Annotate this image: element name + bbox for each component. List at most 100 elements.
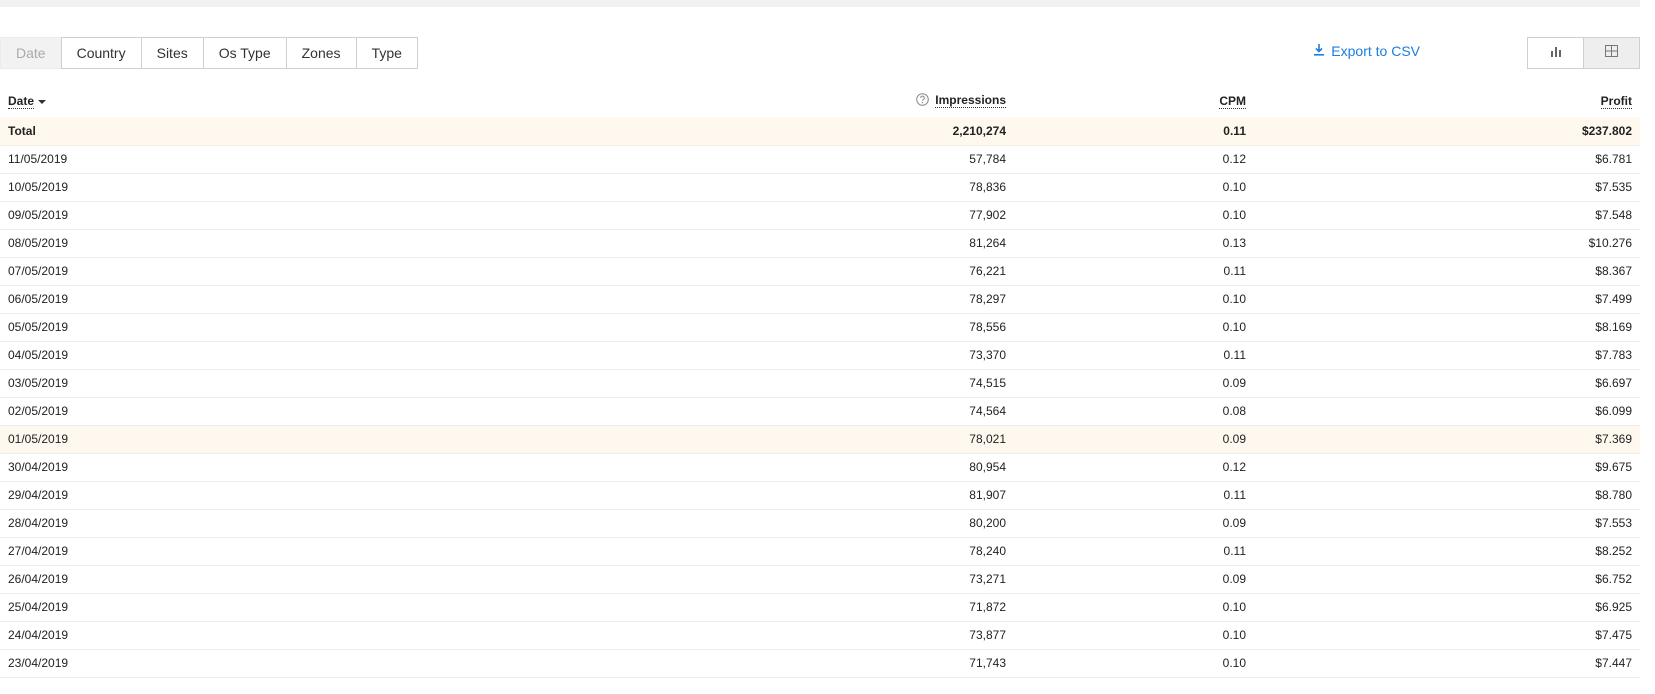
impressions-header-label: Impressions [935,93,1006,109]
cpm-column-header[interactable]: CPM [1014,85,1254,117]
table-row: 26/04/2019 73,271 0.09 $6.752 [0,565,1640,594]
date-cell: 05/05/2019 [0,313,630,342]
bar-chart-icon [1550,44,1562,62]
date-header-label: Date [8,94,35,109]
sort-desc-icon [38,99,47,104]
impressions-cell: 81,907 [630,481,1014,510]
groupby-date-button[interactable]: Date [0,37,61,69]
impressions-cell: 73,877 [630,621,1014,650]
total-label: Total [0,117,630,146]
cpm-cell: 0.10 [1014,621,1254,650]
profit-cell: $7.548 [1254,201,1640,230]
profit-column-header[interactable]: Profit [1254,85,1640,117]
download-icon [1313,43,1325,59]
impressions-cell: 78,240 [630,537,1014,566]
report-toolbar: Date Country Sites Os Type Zones Type Ex… [0,37,1640,69]
impressions-cell: 57,784 [630,145,1014,174]
table-view-button[interactable] [1584,37,1640,69]
profit-cell: $10.276 [1254,229,1640,258]
groupby-sites-button[interactable]: Sites [141,37,204,69]
profit-header-label: Profit [1600,94,1632,109]
date-column-header[interactable]: Date [0,85,630,117]
grid-icon [1605,44,1618,62]
cpm-cell: 0.10 [1014,313,1254,342]
profit-cell: $8.252 [1254,537,1640,566]
groupby-os-type-button[interactable]: Os Type [203,37,287,69]
cpm-cell: 0.08 [1014,397,1254,426]
groupby-zones-button[interactable]: Zones [286,37,357,69]
total-profit: $237.802 [1254,117,1640,146]
impressions-cell: 73,271 [630,565,1014,594]
impressions-cell: 78,836 [630,173,1014,202]
table-row: 10/05/2019 78,836 0.10 $7.535 [0,173,1640,202]
groupby-country-button[interactable]: Country [60,37,142,69]
table-row: 01/05/2019 78,021 0.09 $7.369 [0,425,1640,454]
cpm-cell: 0.09 [1014,565,1254,594]
cpm-cell: 0.09 [1014,509,1254,538]
profit-cell: $7.447 [1254,649,1640,678]
groupby-selector: Date Country Sites Os Type Zones Type [0,37,418,69]
table-row: 03/05/2019 74,515 0.09 $6.697 [0,369,1640,398]
impressions-column-header[interactable]: Impressions [630,85,1014,117]
table-row: 02/05/2019 74,564 0.08 $6.099 [0,397,1640,426]
table-row: 25/04/2019 71,872 0.10 $6.925 [0,593,1640,622]
date-cell: 01/05/2019 [0,425,630,454]
impressions-cell: 71,743 [630,649,1014,678]
date-cell: 10/05/2019 [0,173,630,202]
table-row: 07/05/2019 76,221 0.11 $8.367 [0,257,1640,286]
cpm-header-label: CPM [1219,94,1246,109]
impressions-cell: 73,370 [630,341,1014,370]
profit-cell: $6.781 [1254,145,1640,174]
impressions-cell: 80,954 [630,453,1014,482]
cpm-cell: 0.10 [1014,593,1254,622]
date-cell: 06/05/2019 [0,285,630,314]
date-cell: 04/05/2019 [0,341,630,370]
date-cell: 26/04/2019 [0,565,630,594]
chart-view-button[interactable] [1527,37,1584,69]
cpm-cell: 0.13 [1014,229,1254,258]
view-toggle [1527,37,1640,69]
groupby-type-button[interactable]: Type [356,37,418,69]
cpm-cell: 0.11 [1014,257,1254,286]
export-csv-button[interactable]: Export to CSV [1313,43,1420,59]
profit-cell: $8.367 [1254,257,1640,286]
profit-cell: $6.925 [1254,593,1640,622]
table-row: 09/05/2019 77,902 0.10 $7.548 [0,201,1640,230]
impressions-cell: 80,200 [630,509,1014,538]
export-csv-label: Export to CSV [1331,43,1420,59]
table-row: 08/05/2019 81,264 0.13 $10.276 [0,229,1640,258]
date-cell: 30/04/2019 [0,453,630,482]
date-cell: 23/04/2019 [0,649,630,678]
profit-cell: $8.780 [1254,481,1640,510]
cpm-cell: 0.12 [1014,145,1254,174]
date-cell: 08/05/2019 [0,229,630,258]
table-row: 29/04/2019 81,907 0.11 $8.780 [0,481,1640,510]
total-impressions: 2,210,274 [630,117,1014,146]
date-cell: 25/04/2019 [0,593,630,622]
table-row: 04/05/2019 73,370 0.11 $7.783 [0,341,1640,370]
profit-cell: $6.752 [1254,565,1640,594]
date-cell: 28/04/2019 [0,509,630,538]
date-cell: 11/05/2019 [0,145,630,174]
date-cell: 03/05/2019 [0,369,630,398]
impressions-cell: 74,564 [630,397,1014,426]
table-row: 11/05/2019 57,784 0.12 $6.781 [0,145,1640,174]
profit-cell: $6.697 [1254,369,1640,398]
total-row: Total 2,210,274 0.11 $237.802 [0,117,1640,146]
impressions-cell: 77,902 [630,201,1014,230]
cpm-cell: 0.10 [1014,201,1254,230]
table-row: 06/05/2019 78,297 0.10 $7.499 [0,285,1640,314]
date-cell: 24/04/2019 [0,621,630,650]
impressions-cell: 71,872 [630,593,1014,622]
date-cell: 02/05/2019 [0,397,630,426]
help-icon[interactable] [916,93,930,109]
table-row: 24/04/2019 73,877 0.10 $7.475 [0,621,1640,650]
impressions-cell: 78,297 [630,285,1014,314]
table-row: 05/05/2019 78,556 0.10 $8.169 [0,313,1640,342]
impressions-cell: 78,021 [630,425,1014,454]
cpm-cell: 0.10 [1014,649,1254,678]
profit-cell: $7.475 [1254,621,1640,650]
table-row: 23/04/2019 71,743 0.10 $7.447 [0,649,1640,678]
cpm-cell: 0.12 [1014,453,1254,482]
cpm-cell: 0.10 [1014,285,1254,314]
